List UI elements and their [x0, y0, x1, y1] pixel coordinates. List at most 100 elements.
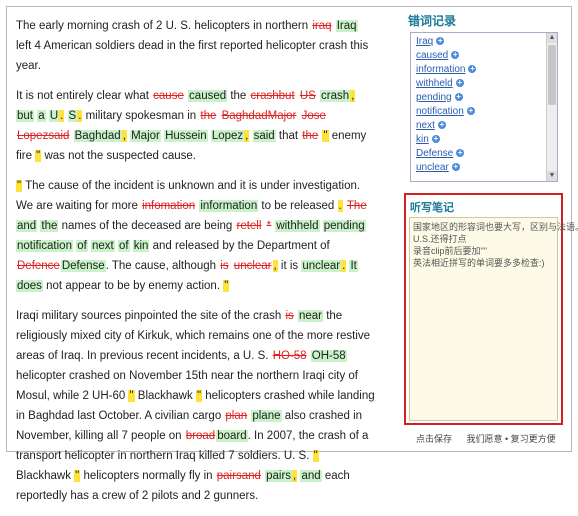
missing-punct: " [312, 450, 319, 462]
note-line: 英法相近拼写的单词要多多检查:) [413, 258, 545, 268]
word-item: caused + [416, 49, 476, 63]
words-box: Iraq + caused + information + withheld + pending… [410, 32, 558, 182]
text-run: left 4 American soldiers dead in the fir… [16, 40, 369, 72]
wrong-word: the [200, 110, 217, 122]
correct-word: S [67, 110, 78, 122]
wrong-word: infomation [142, 200, 196, 212]
notes-textarea[interactable]: 国家地区的形容词也要大写，区别与法语。 U.S.还得打点 录音clip前后要加"" 英… [409, 217, 578, 421]
word-item: withheld + [416, 77, 476, 91]
missing-punct: , [350, 90, 356, 102]
add-word-icon[interactable]: + [456, 149, 465, 158]
correct-word: a [37, 110, 46, 122]
correct-word: next [90, 240, 115, 252]
text-run: and released by the Department of [149, 240, 330, 252]
correct-word: caused [188, 90, 228, 102]
missing-punct: . [337, 200, 343, 212]
text-run: the [227, 90, 250, 102]
notes-title: 听写笔记 [410, 202, 454, 214]
missing-punct: " [223, 280, 230, 292]
bottom-links: 点击保存 我们愿意 • 复习更方便 [416, 432, 568, 445]
correct-word: does [16, 280, 43, 292]
text-run: to be released [258, 200, 338, 212]
correct-word: notification [16, 240, 73, 252]
word-link[interactable]: Iraq [416, 36, 433, 47]
correct-word: U [48, 110, 60, 122]
scroll-up-icon[interactable]: ▲ [547, 33, 557, 43]
add-word-icon[interactable]: + [466, 107, 475, 116]
text-run: Blackhawk [16, 470, 75, 482]
correct-word: Iraq [335, 20, 358, 32]
word-item: information + [416, 63, 477, 77]
wrong-word: pairsand [216, 470, 261, 482]
text-run: . The cause, although [105, 260, 220, 272]
save-button[interactable]: 点击保存 [416, 434, 452, 444]
word-link[interactable]: pending [416, 92, 452, 103]
add-word-icon[interactable]: + [436, 37, 445, 46]
word-item: kin + [416, 133, 476, 147]
notes-panel: 听写笔记 国家地区的形容词也要大写，区别与法语。 U.S.还得打点 录音clip前后… [404, 193, 578, 425]
correct-word: Baghdad [73, 130, 122, 142]
correct-word: Lopez [210, 130, 245, 142]
word-item: next + [416, 119, 476, 133]
scroll-thumb[interactable] [548, 45, 556, 105]
text-run: not appear to be by enemy action. [42, 280, 224, 292]
word-link[interactable]: Defense [416, 148, 453, 159]
word-link[interactable]: unclear [416, 162, 449, 173]
correct-word: of [76, 240, 88, 252]
words-title: 错词记录 [408, 14, 457, 28]
wrong-word: is [220, 260, 229, 272]
word-link[interactable]: kin [416, 134, 429, 145]
text-run: it is [277, 260, 302, 272]
wrong-word: Defence [17, 260, 60, 272]
correct-word: near [297, 310, 324, 322]
correct-word: unclear [301, 260, 342, 272]
note-line: U.S.还得打点 [413, 234, 467, 244]
correct-word: Major [130, 130, 161, 142]
correct-word: and [16, 220, 38, 232]
word-link[interactable]: caused [416, 50, 448, 61]
add-word-icon[interactable]: + [468, 65, 477, 74]
correct-word: kin [132, 240, 150, 252]
text-run: Iraqi military sources pinpointed the si… [16, 310, 285, 322]
add-word-icon[interactable]: + [454, 93, 463, 102]
paragraph: It is not entirely clear what cause caus… [16, 86, 376, 166]
wrong-word: Jose [301, 110, 326, 122]
add-word-icon[interactable]: + [455, 79, 464, 88]
paragraph: " The cause of the incident is unknown a… [16, 176, 376, 296]
text-run: that [275, 130, 302, 142]
word-link[interactable]: withheld [416, 78, 453, 89]
correct-word: OH-58 [310, 350, 347, 362]
words-scrollbar[interactable]: ▲ ▼ [546, 33, 557, 181]
word-link[interactable]: notification [416, 106, 464, 117]
review-link[interactable]: 我们愿意 • 复习更方便 [467, 434, 556, 444]
correct-word: Defense [60, 260, 106, 272]
wrong-word: HO-58 [272, 350, 307, 362]
dictation-result: The early morning crash of 2 U. S. helic… [16, 16, 376, 516]
correct-word: the [40, 220, 59, 232]
text-run: helicopters normally fly in [80, 470, 216, 482]
paragraph: Iraqi military sources pinpointed the si… [16, 306, 376, 506]
word-item: Iraq + [416, 35, 476, 49]
correct-word: board [216, 430, 248, 442]
correct-word: crash [320, 90, 351, 102]
word-link[interactable]: information [416, 64, 465, 75]
wrong-word: plan [225, 410, 248, 422]
add-word-icon[interactable]: + [451, 163, 460, 172]
wrong-word: iraq [312, 20, 332, 32]
add-word-icon[interactable]: + [451, 51, 460, 60]
wrong-word: BaghdadMajor [221, 110, 297, 122]
add-word-icon[interactable]: + [437, 121, 446, 130]
correct-word: plane [251, 410, 282, 422]
correct-word: It [349, 260, 358, 272]
word-item: Defense + [416, 147, 476, 161]
text-run: The early morning crash of 2 U. S. helic… [16, 20, 312, 32]
correct-word: pending [322, 220, 366, 232]
text-run: military spokesman in [82, 110, 200, 122]
correct-word: and [300, 470, 322, 482]
add-word-icon[interactable]: + [431, 135, 440, 144]
correct-word: pairs [265, 470, 293, 482]
wrong-word: is [285, 310, 294, 322]
word-link[interactable]: next [416, 120, 435, 131]
note-line: 录音clip前后要加"" [413, 246, 487, 256]
scroll-down-icon[interactable]: ▼ [547, 171, 557, 181]
